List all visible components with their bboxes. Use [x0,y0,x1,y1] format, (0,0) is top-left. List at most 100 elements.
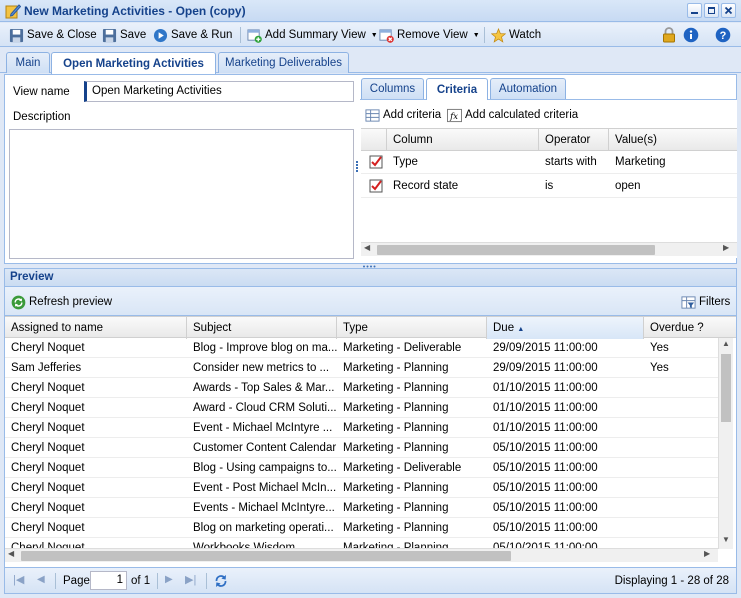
add-criteria-button[interactable]: Add criteria [365,107,441,123]
table-cell: Events - Michael McIntyre... [193,502,335,514]
first-page-icon[interactable]: |◀ [13,573,24,586]
column-header-due[interactable]: Due ▲ [487,317,644,339]
minimize-button[interactable] [687,3,702,18]
table-row[interactable]: Cheryl Noquet Customer Content Calendar Ma… [5,438,718,458]
criteria-horizontal-scrollbar[interactable]: ◀ ▶ [361,242,737,256]
criteria-toolbar: Add criteria fx Add calculated criteria [361,100,737,128]
column-header-subject[interactable]: Subject [187,317,337,339]
table-cell: Cheryl Noquet [11,422,85,434]
scroll-left-icon[interactable]: ◀ [8,549,14,558]
table-cell: 29/09/2015 11:00:00 [493,362,598,374]
floppy-icon [102,28,117,42]
criteria-grid-header: Column Operator Value(s) [361,129,737,151]
table-row[interactable]: Cheryl Noquet Event - Michael McIntyre ..… [5,418,718,438]
tab-marketing-deliverables[interactable]: Marketing Deliverables [218,52,349,73]
table-row[interactable]: Cheryl Noquet Blog - Using campaigns to..… [5,458,718,478]
table-row[interactable]: Cheryl Noquet Award - Cloud CRM Soluti...… [5,398,718,418]
column-header-operator[interactable]: Operator [539,129,609,151]
view-name-input[interactable]: Open Marketing Activities [84,81,354,102]
watch-button[interactable]: Watch [491,27,541,43]
refresh-icon [11,295,26,309]
save-close-button[interactable]: Save & Close [9,27,97,43]
splitter-handle[interactable] [355,160,359,176]
column-header-overdue[interactable]: Overdue ? [644,317,736,339]
remove-view-button[interactable]: Remove View ▼ [379,27,480,43]
table-cell: Blog on marketing operati... [193,522,334,534]
close-button[interactable] [721,3,736,18]
chevron-down-icon: ▼ [370,31,378,39]
table-cell: Marketing - Deliverable [343,462,462,474]
table-cell: Marketing - Planning [343,382,449,394]
main-toolbar: Save & Close Save Save & Run Add Summary… [0,23,741,47]
scroll-right-icon[interactable]: ▶ [723,243,729,252]
remove-view-icon [379,28,394,43]
table-cell: 01/10/2015 11:00:00 [493,402,598,414]
next-page-icon[interactable]: ▶ [165,574,173,585]
table-cell: 05/10/2015 11:00:00 [493,462,598,474]
tab-automation[interactable]: Automation [490,78,566,99]
table-row[interactable]: Cheryl Noquet Events - Michael McIntyre..… [5,498,718,518]
column-header-values[interactable]: Value(s) [609,129,737,151]
column-header-type[interactable]: Type [337,317,487,339]
preview-vertical-scrollbar[interactable]: ▲ ▼ [718,338,733,549]
table-cell: Cheryl Noquet [11,502,85,514]
help-icon[interactable]: ? [715,27,731,43]
table-cell: Blog - Using campaigns to... [193,462,337,474]
table-cell: Marketing - Deliverable [343,342,462,354]
refresh-preview-button[interactable]: Refresh preview [11,294,112,310]
function-icon: fx [447,108,462,122]
criteria-row[interactable]: Record state is open [361,174,737,198]
add-summary-view-button[interactable]: Add Summary View ▼ [247,27,378,43]
tab-criteria[interactable]: Criteria [426,78,488,100]
table-cell: Customer Content Calendar [193,442,337,454]
page-number-input[interactable]: 1 [90,571,127,590]
add-calculated-criteria-button[interactable]: fx Add calculated criteria [447,107,578,123]
page-count-label: of 1 [131,575,151,587]
scroll-right-icon[interactable]: ▶ [704,549,710,558]
maximize-button[interactable] [704,3,719,18]
description-textarea[interactable] [9,129,354,259]
preview-grid-header: Assigned to name Subject Type Due ▲ Over… [5,316,736,339]
scroll-left-icon[interactable]: ◀ [364,243,370,252]
table-row[interactable]: Cheryl Noquet Awards - Top Sales & Mar...… [5,378,718,398]
preview-toolbar: Refresh preview Filters [4,286,737,316]
lock-icon[interactable] [662,27,676,43]
save-run-button[interactable]: Save & Run [153,27,232,43]
preview-grid: Assigned to name Subject Type Due ▲ Over… [4,316,737,567]
table-cell: 05/10/2015 11:00:00 [493,482,598,494]
collapse-handle[interactable] [362,259,376,268]
table-row[interactable]: Cheryl Noquet Event - Post Michael McIn..… [5,478,718,498]
column-header-column[interactable]: Column [387,129,539,151]
table-cell: Cheryl Noquet [11,482,85,494]
table-cell: Sam Jefferies [11,362,82,374]
last-page-icon[interactable]: ▶| [185,573,196,586]
table-cell: Cheryl Noquet [11,522,85,534]
refresh-icon[interactable] [213,573,229,589]
table-cell: Cheryl Noquet [11,442,85,454]
table-cell: 29/09/2015 11:00:00 [493,342,598,354]
window-title: New Marketing Activities - Open (copy) [24,4,246,18]
filters-button[interactable]: Filters [681,294,730,310]
floppy-icon [9,28,24,42]
info-icon[interactable] [683,27,699,43]
column-header-assigned-to[interactable]: Assigned to name [5,317,187,339]
save-button[interactable]: Save [102,27,146,43]
tab-columns[interactable]: Columns [361,78,424,99]
tab-main[interactable]: Main [6,52,50,73]
displaying-count: Displaying 1 - 28 of 28 [614,575,729,587]
scroll-down-icon[interactable]: ▼ [722,535,730,544]
criteria-row[interactable]: Type starts with Marketing [361,150,737,174]
table-row[interactable]: Sam Jefferies Consider new metrics to ...… [5,358,718,378]
table-row[interactable]: Cheryl Noquet Blog on marketing operati..… [5,518,718,538]
table-cell: Blog - Improve blog on ma... [193,342,337,354]
close-icon [724,6,733,15]
preview-horizontal-scrollbar[interactable]: ◀ ▶ [5,548,718,562]
svg-text:?: ? [720,30,727,42]
table-row[interactable]: Cheryl Noquet Blog - Improve blog on ma..… [5,338,718,358]
previous-page-icon[interactable]: ◀ [37,574,45,585]
tab-open-marketing-activities[interactable]: Open Marketing Activities [51,52,216,74]
scroll-up-icon[interactable]: ▲ [722,339,730,348]
table-cell: 05/10/2015 11:00:00 [493,442,598,454]
table-cell: Event - Post Michael McIn... [193,482,337,494]
star-icon [491,27,506,43]
